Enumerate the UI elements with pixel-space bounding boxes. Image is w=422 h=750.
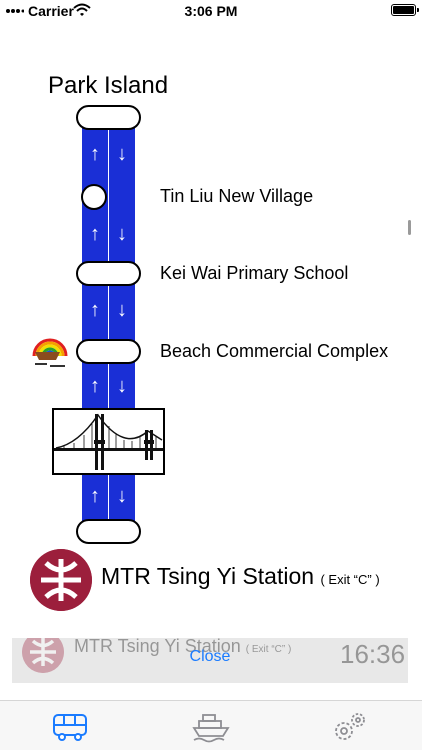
tab-bus[interactable] [50, 711, 90, 743]
down-arrow-icon: ↓ [117, 143, 127, 165]
up-arrow-icon: ↑ [90, 299, 100, 321]
destination-exit-label: ( Exit “C” ) [320, 572, 380, 587]
noahs-ark-logo [32, 338, 68, 368]
tab-ferry[interactable] [191, 711, 231, 743]
tab-bar [0, 700, 422, 750]
destination-station[interactable]: MTR Tsing Yi Station ( Exit “C” ) [101, 563, 380, 590]
stop-marker-end[interactable] [76, 519, 141, 544]
scroll-indicator[interactable] [408, 220, 411, 235]
settings-gear-icon [335, 713, 365, 740]
down-arrow-icon: ↓ [117, 375, 127, 397]
ferry-icon [192, 714, 230, 743]
bridge-crossing-marker [52, 408, 165, 475]
stop-marker[interactable] [76, 261, 141, 286]
close-button[interactable]: Close [12, 648, 408, 666]
suspension-bridge-icon [54, 413, 163, 470]
up-arrow-icon: ↑ [90, 143, 100, 165]
destination-station-name: MTR Tsing Yi Station [101, 563, 315, 589]
stop-name[interactable]: Beach Commercial Complex [160, 341, 388, 362]
arrival-info-card: MTR Tsing Yi Station ( Exit “C” ) 16:36 … [12, 638, 408, 683]
down-arrow-icon: ↓ [117, 485, 127, 507]
route-title: Park Island [48, 72, 169, 99]
up-arrow-icon: ↑ [90, 223, 100, 245]
status-time: 3:06 PM [184, 3, 238, 19]
bus-icon [53, 714, 87, 741]
battery-icon [391, 4, 419, 16]
status-bar: Carrier 3:06 PM [0, 0, 422, 22]
down-arrow-icon: ↓ [117, 299, 127, 321]
stop-marker-minor[interactable] [81, 184, 107, 210]
up-arrow-icon: ↑ [90, 485, 100, 507]
mtr-logo [30, 549, 92, 611]
stop-marker-start[interactable] [76, 105, 141, 130]
down-arrow-icon: ↓ [117, 223, 127, 245]
up-arrow-icon: ↑ [90, 375, 100, 397]
stop-marker[interactable] [76, 339, 141, 364]
tab-settings[interactable] [330, 711, 370, 743]
stop-name[interactable]: Tin Liu New Village [160, 186, 313, 207]
stop-name[interactable]: Kei Wai Primary School [160, 263, 348, 284]
